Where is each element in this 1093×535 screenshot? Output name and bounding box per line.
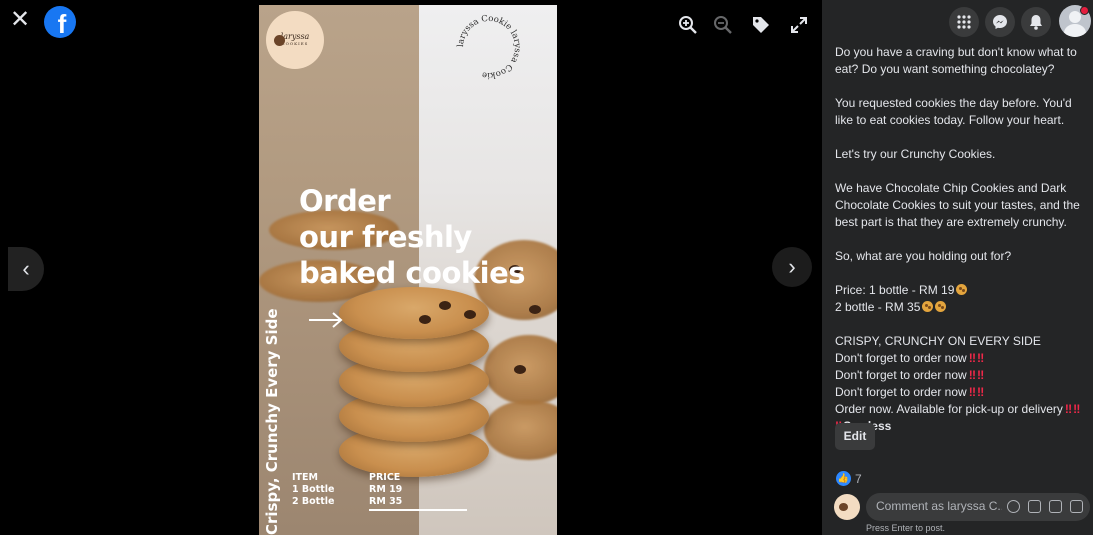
post-paragraph: Do you have a craving but don't know wha… (835, 45, 1077, 76)
post-paragraph: You requested cookies the day before. Yo… (835, 96, 1072, 127)
arrow-right-icon (309, 312, 343, 328)
post-line: Don't forget to order now ‼ ‼ (835, 350, 1091, 367)
post-text: Do you have a craving but don't know wha… (835, 44, 1091, 435)
price-row: RM 19 (369, 484, 403, 495)
comment-box[interactable] (866, 493, 1090, 521)
chocolate-chip (439, 301, 451, 310)
post-photo: laryssa COOKIES laryssa Cookie laryssa C… (259, 5, 557, 535)
gif-icon[interactable] (1049, 500, 1062, 513)
chevron-right-icon: › (788, 254, 796, 279)
cookie-icon (274, 35, 285, 46)
cookie-emoji-icon (935, 301, 947, 312)
comment-input[interactable] (876, 499, 1002, 513)
item-column: ITEM 1 Bottle 2 Bottle (292, 472, 334, 508)
item-row: 1 Bottle (292, 484, 335, 495)
item-header: ITEM (292, 472, 318, 483)
reminder-text: Don't forget to order now (835, 351, 967, 365)
avatar-body (1064, 24, 1086, 37)
chocolate-chip (529, 305, 541, 314)
price-text: 2 bottle - RM 35 (835, 300, 921, 314)
vertical-tagline: Crispy, Crunchy Every Side (263, 308, 281, 535)
circle-text: laryssa Cookie laryssa Cookie (456, 14, 522, 80)
price-column: PRICE RM 19 RM 35 (369, 472, 402, 508)
chocolate-chip (514, 365, 526, 374)
zoom-out-icon[interactable] (712, 14, 734, 36)
previous-photo-button[interactable]: ‹ (8, 247, 44, 291)
headline-line: baked cookies (299, 256, 526, 290)
headline-line: our freshly (299, 220, 472, 254)
notifications-icon[interactable] (1021, 7, 1051, 37)
double-exclamation-icon: ‼ (968, 351, 976, 365)
avatar-head (1069, 11, 1081, 23)
double-exclamation-icon: ‼ (1064, 402, 1072, 416)
brand-logo: laryssa COOKIES (266, 11, 324, 69)
double-exclamation-icon: ‼ (976, 385, 984, 399)
reminder-text: Don't forget to order now (835, 385, 967, 399)
comment-avatar (834, 494, 860, 520)
photo-viewer: ✕ f ‹ › laryssa COOKIES laryssa Cookie l… (0, 0, 822, 535)
menu-grid-icon[interactable] (949, 7, 979, 37)
post-line: CRISPY, CRUNCHY ON EVERY SIDE (835, 334, 1041, 348)
chevron-left-icon: ‹ (22, 256, 30, 281)
svg-text:laryssa Cookie laryssa Cookie: laryssa Cookie laryssa Cookie (456, 14, 522, 80)
chocolate-chip (419, 315, 431, 324)
photo-headline: Order our freshly baked cookies (299, 183, 526, 291)
comment-hint: Press Enter to post. (866, 523, 946, 533)
double-exclamation-icon: ‼ (968, 368, 976, 382)
close-icon[interactable]: ✕ (10, 8, 30, 32)
headline-line: Order (299, 184, 391, 218)
emoji-icon[interactable] (1007, 500, 1020, 513)
sticker-icon[interactable] (1070, 500, 1083, 513)
cookie-emoji-icon (956, 284, 968, 295)
fullscreen-icon[interactable] (788, 14, 810, 36)
post-side-panel: Do you have a craving but don't know wha… (822, 0, 1093, 535)
messenger-icon[interactable] (985, 7, 1015, 37)
camera-icon[interactable] (1028, 500, 1041, 513)
double-exclamation-icon: ‼ (968, 385, 976, 399)
notification-dot (1080, 6, 1089, 15)
double-exclamation-icon: ‼ (976, 351, 984, 365)
post-paragraph: We have Chocolate Chip Cookies and Dark … (835, 181, 1080, 229)
price-header: PRICE (369, 472, 401, 483)
price-text: Price: 1 bottle - RM 19 (835, 283, 955, 297)
zoom-in-icon[interactable] (677, 14, 699, 36)
chocolate-chip (464, 310, 476, 319)
item-row: 2 Bottle (292, 496, 335, 507)
post-line: Don't forget to order now ‼ ‼ (835, 384, 1091, 401)
double-exclamation-icon: ‼ (976, 368, 984, 382)
post-paragraph: Let's try our Crunchy Cookies. (835, 147, 996, 161)
cookie-emoji-icon (922, 301, 934, 312)
double-exclamation-icon: ‼ (1073, 402, 1080, 416)
post-line: Order now. Available for pick-up or deli… (835, 401, 1091, 418)
edit-button[interactable]: Edit (835, 423, 875, 450)
facebook-logo-icon[interactable]: f (44, 6, 76, 38)
post-paragraph: So, what are you holding out for? (835, 249, 1012, 263)
post-line: Don't forget to order now ‼ ‼ (835, 367, 1091, 384)
price-underline (369, 509, 467, 511)
price-line: 2 bottle - RM 35 (835, 299, 1091, 316)
like-count[interactable]: 7 (855, 472, 862, 486)
price-row: RM 35 (369, 496, 403, 507)
reminder-text: Don't forget to order now (835, 368, 967, 382)
tag-icon[interactable] (750, 14, 772, 36)
price-line: Price: 1 bottle - RM 19 (835, 282, 1091, 299)
like-reaction-icon[interactable]: 👍 (836, 471, 851, 486)
order-text: Order now. Available for pick-up or deli… (835, 402, 1063, 416)
circular-brand-text: laryssa Cookie laryssa Cookie (456, 14, 522, 80)
next-photo-button[interactable]: › (772, 247, 812, 287)
